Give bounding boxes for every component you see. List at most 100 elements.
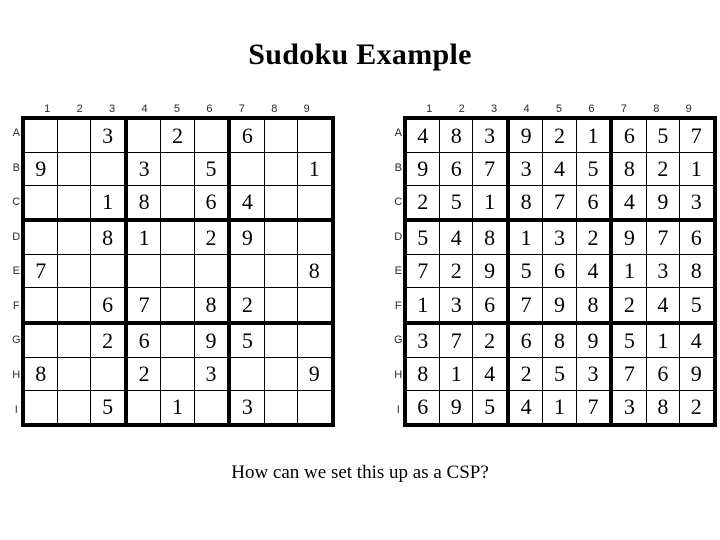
puzzle-cell-A1[interactable] bbox=[22, 117, 58, 154]
solution-cell-B7[interactable]: 8 bbox=[610, 152, 647, 187]
solution-cell-G5[interactable]: 8 bbox=[542, 322, 577, 358]
puzzle-cell-C8[interactable] bbox=[263, 185, 299, 223]
solution-cell-I6[interactable]: 7 bbox=[575, 389, 614, 426]
puzzle-cell-I5[interactable]: 1 bbox=[160, 389, 195, 426]
puzzle-cell-F5[interactable] bbox=[160, 287, 195, 325]
puzzle-cell-B9[interactable]: 1 bbox=[297, 152, 333, 187]
solution-cell-B9[interactable]: 1 bbox=[679, 152, 715, 187]
solution-cell-I5[interactable]: 1 bbox=[542, 389, 577, 426]
solution-grid[interactable]: 4839216579673458212518764935481329767295… bbox=[402, 116, 717, 427]
puzzle-cell-E6[interactable] bbox=[193, 254, 232, 289]
solution-cell-D7[interactable]: 9 bbox=[610, 219, 647, 256]
solution-cell-C4[interactable]: 8 bbox=[507, 185, 544, 223]
puzzle-cell-D1[interactable] bbox=[22, 219, 58, 256]
solution-cell-F6[interactable]: 8 bbox=[575, 287, 614, 325]
solution-cell-H7[interactable]: 7 bbox=[610, 356, 647, 391]
solution-cell-H2[interactable]: 1 bbox=[438, 356, 474, 391]
solution-cell-B4[interactable]: 3 bbox=[507, 152, 544, 187]
solution-cell-F5[interactable]: 9 bbox=[542, 287, 577, 325]
solution-cell-H1[interactable]: 8 bbox=[404, 356, 440, 391]
solution-cell-G3[interactable]: 2 bbox=[472, 322, 510, 358]
solution-cell-C9[interactable]: 3 bbox=[679, 185, 715, 223]
puzzle-cell-I1[interactable] bbox=[22, 389, 58, 426]
solution-cell-H9[interactable]: 9 bbox=[679, 356, 715, 391]
puzzle-cell-D4[interactable]: 1 bbox=[125, 219, 162, 256]
puzzle-cell-E7[interactable] bbox=[228, 254, 265, 289]
puzzle-cell-F7[interactable]: 2 bbox=[228, 287, 265, 325]
puzzle-cell-B1[interactable]: 9 bbox=[22, 152, 58, 187]
solution-cell-A5[interactable]: 2 bbox=[542, 117, 577, 154]
solution-cell-C8[interactable]: 9 bbox=[645, 185, 681, 223]
puzzle-cell-A6[interactable] bbox=[193, 117, 232, 154]
solution-cell-H5[interactable]: 5 bbox=[542, 356, 577, 391]
puzzle-cell-G1[interactable] bbox=[22, 322, 58, 358]
solution-cell-B3[interactable]: 7 bbox=[472, 152, 510, 187]
solution-cell-G4[interactable]: 6 bbox=[507, 322, 544, 358]
solution-cell-G9[interactable]: 4 bbox=[679, 322, 715, 358]
puzzle-cell-C9[interactable] bbox=[297, 185, 333, 223]
solution-cell-G8[interactable]: 1 bbox=[645, 322, 681, 358]
puzzle-cell-D5[interactable] bbox=[160, 219, 195, 256]
puzzle-cell-B5[interactable] bbox=[160, 152, 195, 187]
puzzle-cell-G6[interactable]: 9 bbox=[193, 322, 232, 358]
puzzle-cell-D3[interactable]: 8 bbox=[90, 219, 128, 256]
solution-cell-H3[interactable]: 4 bbox=[472, 356, 510, 391]
solution-cell-I3[interactable]: 5 bbox=[472, 389, 510, 426]
puzzle-cell-I8[interactable] bbox=[263, 389, 299, 426]
solution-cell-A6[interactable]: 1 bbox=[575, 117, 614, 154]
solution-cell-D3[interactable]: 8 bbox=[472, 219, 510, 256]
puzzle-cell-C1[interactable] bbox=[22, 185, 58, 223]
puzzle-cell-F6[interactable]: 8 bbox=[193, 287, 232, 325]
puzzle-cell-C5[interactable] bbox=[160, 185, 195, 223]
solution-cell-D8[interactable]: 7 bbox=[645, 219, 681, 256]
puzzle-cell-B8[interactable] bbox=[263, 152, 299, 187]
puzzle-cell-F1[interactable] bbox=[22, 287, 58, 325]
solution-cell-D9[interactable]: 6 bbox=[679, 219, 715, 256]
puzzle-cell-A3[interactable]: 3 bbox=[90, 117, 128, 154]
solution-cell-E2[interactable]: 2 bbox=[438, 254, 474, 289]
puzzle-cell-H9[interactable]: 9 bbox=[297, 356, 333, 391]
solution-cell-G6[interactable]: 9 bbox=[575, 322, 614, 358]
solution-cell-E9[interactable]: 8 bbox=[679, 254, 715, 289]
solution-cell-D2[interactable]: 4 bbox=[438, 219, 474, 256]
solution-cell-C5[interactable]: 7 bbox=[542, 185, 577, 223]
puzzle-cell-B2[interactable] bbox=[56, 152, 92, 187]
solution-cell-C2[interactable]: 5 bbox=[438, 185, 474, 223]
solution-cell-H4[interactable]: 2 bbox=[507, 356, 544, 391]
puzzle-cell-H2[interactable] bbox=[56, 356, 92, 391]
puzzle-cell-C6[interactable]: 6 bbox=[193, 185, 232, 223]
puzzle-cell-A2[interactable] bbox=[56, 117, 92, 154]
solution-cell-E5[interactable]: 6 bbox=[542, 254, 577, 289]
puzzle-cell-A4[interactable] bbox=[125, 117, 162, 154]
solution-cell-E3[interactable]: 9 bbox=[472, 254, 510, 289]
solution-cell-B1[interactable]: 9 bbox=[404, 152, 440, 187]
solution-cell-H8[interactable]: 6 bbox=[645, 356, 681, 391]
puzzle-cell-D2[interactable] bbox=[56, 219, 92, 256]
solution-cell-B2[interactable]: 6 bbox=[438, 152, 474, 187]
puzzle-cell-G3[interactable]: 2 bbox=[90, 322, 128, 358]
solution-cell-A4[interactable]: 9 bbox=[507, 117, 544, 154]
puzzle-cell-H3[interactable] bbox=[90, 356, 128, 391]
puzzle-cell-F2[interactable] bbox=[56, 287, 92, 325]
solution-cell-I2[interactable]: 9 bbox=[438, 389, 474, 426]
solution-cell-C7[interactable]: 4 bbox=[610, 185, 647, 223]
puzzle-cell-C3[interactable]: 1 bbox=[90, 185, 128, 223]
puzzle-cell-G5[interactable] bbox=[160, 322, 195, 358]
solution-cell-G1[interactable]: 3 bbox=[404, 322, 440, 358]
solution-cell-A1[interactable]: 4 bbox=[404, 117, 440, 154]
puzzle-cell-F9[interactable] bbox=[297, 287, 333, 325]
solution-cell-A2[interactable]: 8 bbox=[438, 117, 474, 154]
solution-cell-E4[interactable]: 5 bbox=[507, 254, 544, 289]
puzzle-cell-A9[interactable] bbox=[297, 117, 333, 154]
puzzle-cell-E5[interactable] bbox=[160, 254, 195, 289]
solution-cell-D4[interactable]: 1 bbox=[507, 219, 544, 256]
puzzle-cell-G2[interactable] bbox=[56, 322, 92, 358]
puzzle-cell-A7[interactable]: 6 bbox=[228, 117, 265, 154]
puzzle-cell-E9[interactable]: 8 bbox=[297, 254, 333, 289]
puzzle-cell-F3[interactable]: 6 bbox=[90, 287, 128, 325]
puzzle-cell-H6[interactable]: 3 bbox=[193, 356, 232, 391]
puzzle-cell-G7[interactable]: 5 bbox=[228, 322, 265, 358]
puzzle-cell-I4[interactable] bbox=[125, 389, 162, 426]
puzzle-cell-H7[interactable] bbox=[228, 356, 265, 391]
puzzle-cell-E1[interactable]: 7 bbox=[22, 254, 58, 289]
